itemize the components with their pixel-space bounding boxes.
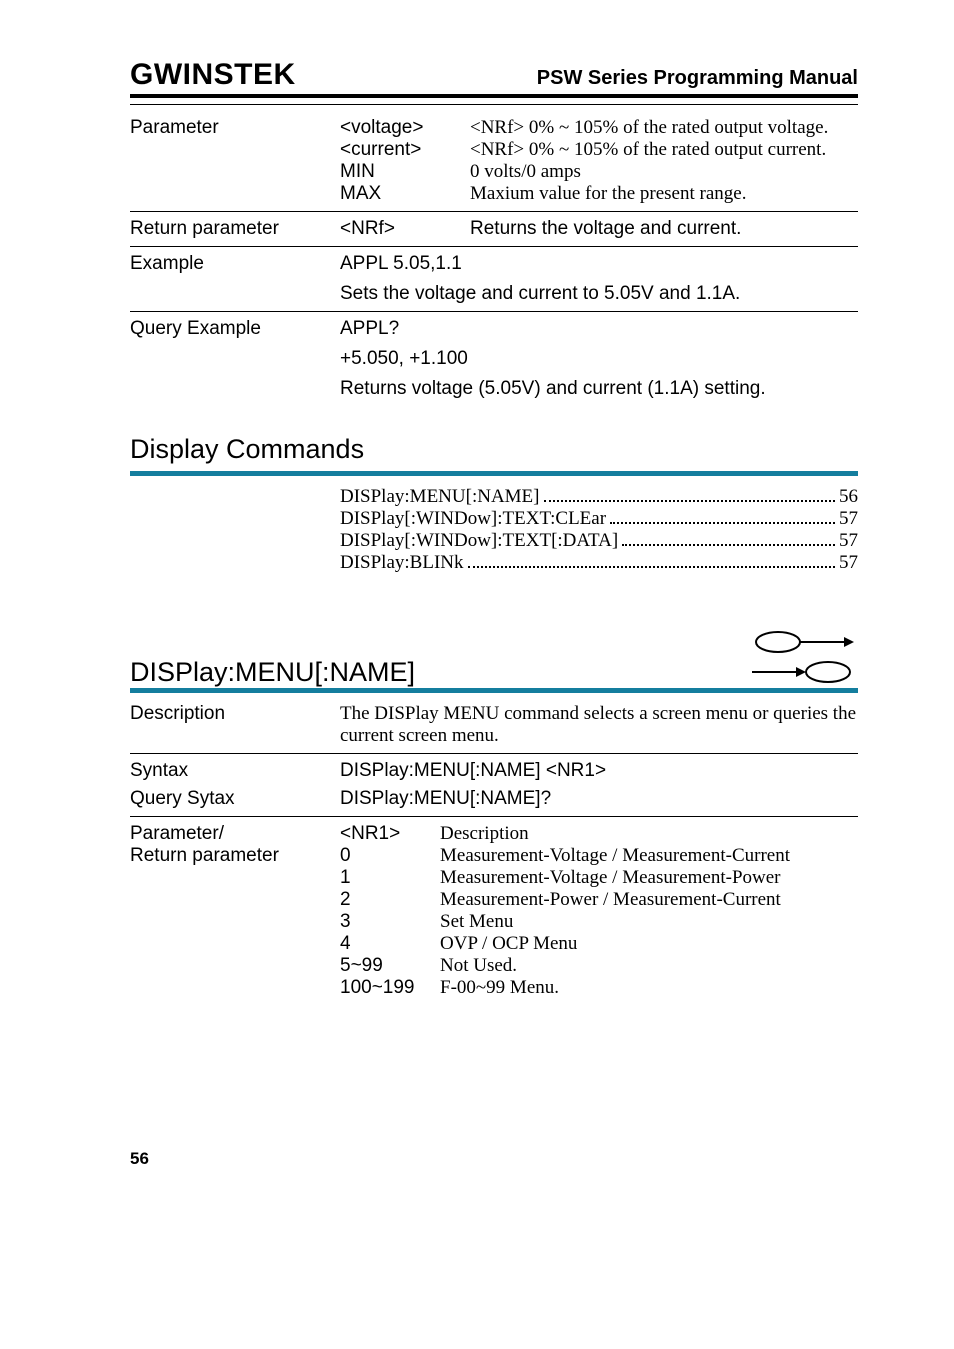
- ptable-val: Measurement-Voltage / Measurement-Curren…: [440, 845, 858, 867]
- example-code: APPL 5.05,1.1: [340, 253, 858, 275]
- parameter-mid: MIN: [340, 161, 470, 183]
- example-desc: Sets the voltage and current to 5.05V an…: [130, 283, 858, 305]
- parameter-val: Maxium value for the present range.: [470, 183, 858, 205]
- parameter-val: <NRf> 0% ~ 105% of the rated output curr…: [470, 139, 858, 161]
- toc-page: 57: [839, 552, 858, 574]
- example-row: Example APPL 5.05,1.1: [130, 253, 858, 275]
- query-syntax-value: DISPlay:MENU[:NAME]?: [340, 788, 858, 810]
- ptable-mid: 0: [340, 845, 440, 867]
- toc-page: 57: [839, 508, 858, 530]
- ptable-val: Measurement-Voltage / Measurement-Power: [440, 867, 858, 889]
- description-label: Description: [130, 703, 340, 747]
- description-value: The DISPlay MENU command selects a scree…: [340, 703, 858, 747]
- query-example-label: Query Example: [130, 318, 340, 340]
- ptable-header-val: Description: [440, 823, 858, 845]
- return-parameter-val: Returns the voltage and current.: [470, 218, 858, 240]
- toc-leader: [544, 500, 836, 502]
- ptable-label2: Return parameter: [130, 845, 340, 867]
- toc-entry: DISPlay:BLINk 57: [130, 552, 858, 574]
- ptable-row: 1 Measurement-Voltage / Measurement-Powe…: [130, 867, 858, 889]
- syntax-row: Syntax DISPlay:MENU[:NAME] <NR1>: [130, 760, 858, 782]
- ptable-row: 2 Measurement-Power / Measurement-Curren…: [130, 889, 858, 911]
- ptable-mid: 4: [340, 933, 440, 955]
- toc-leader: [622, 544, 835, 546]
- parameter-mid: <current>: [340, 139, 470, 161]
- toc-leader: [468, 566, 836, 568]
- ptable-row: 4 OVP / OCP Menu: [130, 933, 858, 955]
- parameter-val: 0 volts/0 amps: [470, 161, 858, 183]
- toc-entry: DISPlay:MENU[:NAME] 56: [130, 486, 858, 508]
- section-heading-display-commands: Display Commands: [130, 434, 858, 465]
- query-example-return: +5.050, +1.100: [130, 348, 858, 370]
- query-syntax-row: Query Sytax DISPlay:MENU[:NAME]?: [130, 788, 858, 810]
- ptable-val: Set Menu: [440, 911, 858, 933]
- ptable-row: Return parameter 0 Measurement-Voltage /…: [130, 845, 858, 867]
- ptable-label1: Parameter/: [130, 823, 340, 845]
- ptable-val: Not Used.: [440, 955, 858, 977]
- toc-entry: DISPlay[:WINDow]:TEXT:CLEar 57: [130, 508, 858, 530]
- ptable-mid: 100~199: [340, 977, 440, 999]
- toc-page: 56: [839, 486, 858, 508]
- query-example-desc: Returns voltage (5.05V) and current (1.1…: [130, 378, 858, 400]
- ptable-mid: 1: [340, 867, 440, 889]
- toc-entry: DISPlay[:WINDow]:TEXT[:DATA] 57: [130, 530, 858, 552]
- parameter-row: MAX Maxium value for the present range.: [130, 183, 858, 205]
- parameter-row: MIN 0 volts/0 amps: [130, 161, 858, 183]
- description-row: Description The DISPlay MENU command sel…: [130, 703, 858, 747]
- toc-title: DISPlay[:WINDow]:TEXT[:DATA]: [340, 530, 618, 552]
- return-parameter-row: Return parameter <NRf> Returns the volta…: [130, 218, 858, 240]
- parameter-label: Parameter: [130, 117, 340, 139]
- query-example-row: Query Example APPL?: [130, 318, 858, 340]
- ptable-val: F-00~99 Menu.: [440, 977, 858, 999]
- ptable-mid: 5~99: [340, 955, 440, 977]
- toc-title: DISPlay[:WINDow]:TEXT:CLEar: [340, 508, 606, 530]
- doc-title: PSW Series Programming Manual: [537, 67, 858, 90]
- ptable-header-row: Parameter/ <NR1> Description: [130, 823, 858, 845]
- syntax-label: Syntax: [130, 760, 340, 782]
- query-syntax-label: Query Sytax: [130, 788, 340, 810]
- ptable-row: 100~199 F-00~99 Menu.: [130, 977, 858, 999]
- command-heading: DISPlay:MENU[:NAME]: [130, 657, 415, 688]
- ptable-header-mid: <NR1>: [340, 823, 440, 845]
- parameter-mid: <voltage>: [340, 117, 470, 139]
- toc-page: 57: [839, 530, 858, 552]
- page-number: 56: [130, 1149, 858, 1169]
- syntax-value: DISPlay:MENU[:NAME] <NR1>: [340, 760, 858, 782]
- example-label: Example: [130, 253, 340, 275]
- toc-title: DISPlay:MENU[:NAME]: [340, 486, 540, 508]
- parameter-row: <current> <NRf> 0% ~ 105% of the rated o…: [130, 139, 858, 161]
- parameter-val: <NRf> 0% ~ 105% of the rated output volt…: [470, 117, 858, 139]
- parameter-row: Parameter <voltage> <NRf> 0% ~ 105% of t…: [130, 117, 858, 139]
- brand-logo: GWINSTEK: [130, 58, 296, 92]
- toc-leader: [610, 522, 835, 524]
- ptable-mid: 3: [340, 911, 440, 933]
- ptable-row: 3 Set Menu: [130, 911, 858, 933]
- ptable-row: 5~99 Not Used.: [130, 955, 858, 977]
- ptable-mid: 2: [340, 889, 440, 911]
- query-example-code: APPL?: [340, 318, 858, 340]
- toc-title: DISPlay:BLINk: [340, 552, 464, 574]
- return-parameter-mid: <NRf>: [340, 218, 470, 240]
- set-query-icon: [748, 630, 858, 686]
- parameter-mid: MAX: [340, 183, 470, 205]
- return-parameter-label: Return parameter: [130, 218, 340, 240]
- ptable-val: OVP / OCP Menu: [440, 933, 858, 955]
- ptable-val: Measurement-Power / Measurement-Current: [440, 889, 858, 911]
